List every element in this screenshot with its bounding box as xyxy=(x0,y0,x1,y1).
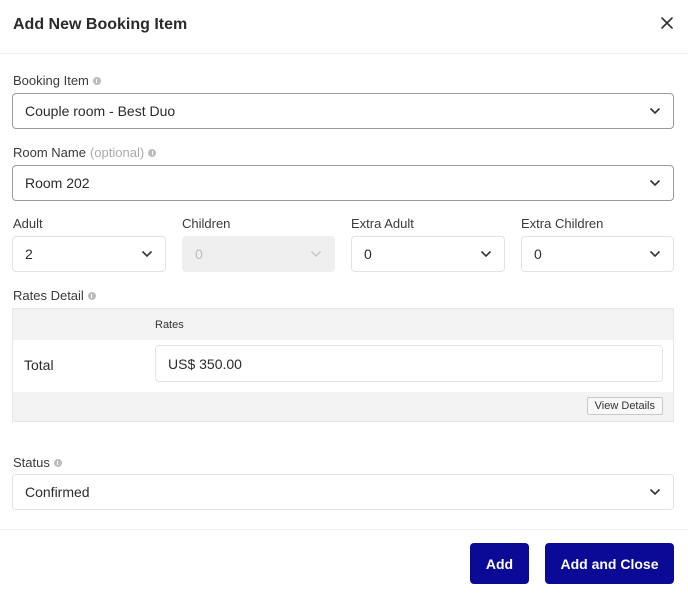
rates-detail-label: Rates Detail xyxy=(13,288,96,303)
booking-item-label: Booking Item xyxy=(13,73,101,88)
chevron-down-icon xyxy=(649,488,661,496)
booking-item-value: Couple room - Best Duo xyxy=(25,103,176,119)
rates-total-row: Total US$ 350.00 xyxy=(13,340,673,392)
chevron-down-icon xyxy=(649,179,661,187)
adult-select[interactable]: 2 xyxy=(12,236,166,272)
extra-adult-select[interactable]: 0 xyxy=(351,236,505,272)
footer-divider xyxy=(0,529,688,530)
room-name-label: Room Name (optional) xyxy=(13,145,157,160)
chevron-down-icon xyxy=(141,250,153,258)
children-label: Children xyxy=(182,216,231,231)
status-label: Status xyxy=(13,455,62,470)
adult-value: 2 xyxy=(25,246,33,262)
status-select[interactable]: Confirmed xyxy=(12,474,674,510)
adult-label: Adult xyxy=(13,216,43,231)
extra-children-label: Extra Children xyxy=(521,216,604,231)
info-icon xyxy=(92,76,101,85)
total-label: Total xyxy=(24,357,54,373)
extra-adult-label: Extra Adult xyxy=(351,216,414,231)
room-name-value: Room 202 xyxy=(25,175,90,191)
total-rate-value: US$ 350.00 xyxy=(168,355,242,372)
chevron-down-icon xyxy=(649,107,661,115)
info-icon xyxy=(87,291,96,300)
rates-column-header: Rates xyxy=(155,319,184,331)
extra-children-value: 0 xyxy=(534,246,542,262)
total-rate-input[interactable]: US$ 350.00 xyxy=(155,345,663,382)
info-icon xyxy=(53,458,62,467)
booking-item-select[interactable]: Couple room - Best Duo xyxy=(12,93,674,129)
children-select: 0 xyxy=(182,236,335,272)
status-value: Confirmed xyxy=(25,484,90,500)
optional-hint: (optional) xyxy=(89,145,145,160)
room-name-select[interactable]: Room 202 xyxy=(12,165,674,201)
dialog-title: Add New Booking Item xyxy=(13,16,188,33)
extra-adult-value: 0 xyxy=(364,246,372,262)
rates-table: Rates Total US$ 350.00 View Details xyxy=(12,308,674,422)
chevron-down-icon xyxy=(480,250,492,258)
info-icon xyxy=(148,148,157,157)
close-button[interactable] xyxy=(658,14,676,32)
children-value: 0 xyxy=(195,246,203,262)
extra-children-select[interactable]: 0 xyxy=(521,236,674,272)
add-and-close-button[interactable]: Add and Close xyxy=(545,543,674,584)
chevron-down-icon xyxy=(310,250,322,258)
rates-detail-label-text: Rates Detail xyxy=(13,288,84,303)
view-details-button[interactable]: View Details xyxy=(586,397,663,415)
add-button[interactable]: Add xyxy=(470,543,529,584)
dialog-header: Add New Booking Item xyxy=(0,0,688,54)
chevron-down-icon xyxy=(649,250,661,258)
status-label-text: Status xyxy=(13,455,50,470)
close-icon xyxy=(661,17,673,29)
booking-item-label-text: Booking Item xyxy=(13,73,89,88)
room-name-label-text: Room Name xyxy=(13,145,86,160)
